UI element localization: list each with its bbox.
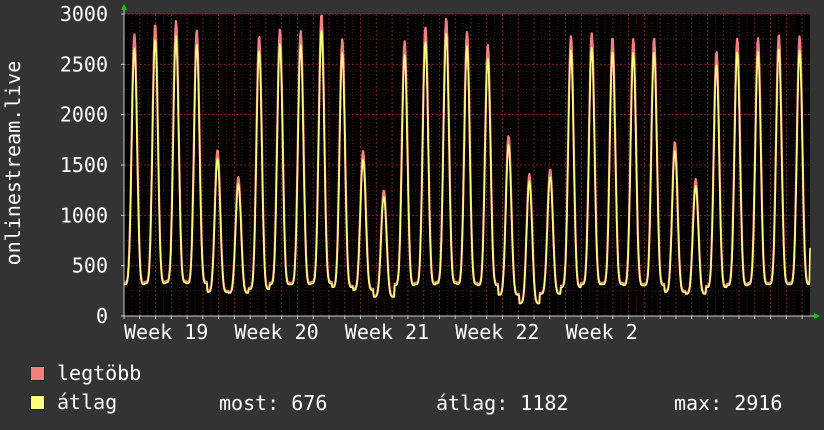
y-tick-label: 2500 <box>60 52 108 76</box>
legend-swatch-max <box>30 365 45 381</box>
stat-current: most: 676 <box>219 391 328 415</box>
y-tick-label: 2000 <box>60 103 108 127</box>
y-axis-label: onlinestream.live <box>1 61 25 266</box>
x-tick-label: Week 21 <box>345 320 429 344</box>
legend-label-max: legtöbb <box>57 361 142 385</box>
y-axis-arrow <box>121 4 127 10</box>
traffic-chart: 0 500 1000 1500 2000 2500 3000 Week 19 Week 20 We… <box>1 2 820 344</box>
y-tick-label: 0 <box>96 304 108 328</box>
x-tick-label: Week 20 <box>234 320 318 344</box>
legend-swatch-avg <box>30 394 45 410</box>
y-tick-label: 1000 <box>60 203 108 227</box>
x-tick-label: Week 22 <box>455 320 539 344</box>
x-tick-label: Week 2 <box>566 320 638 344</box>
legend-item-avg: átlag <box>30 390 118 414</box>
y-tick-label: 3000 <box>60 2 108 26</box>
stat-maximum: max: 2916 <box>674 391 783 415</box>
stat-average: átlag: 1182 <box>436 391 569 415</box>
x-tick-label: Week 19 <box>124 320 208 344</box>
y-tick-label: 1500 <box>60 153 108 177</box>
legend-item-max: legtöbb <box>30 361 142 385</box>
y-tick-label: 500 <box>72 254 108 278</box>
x-axis-arrow <box>814 313 820 319</box>
legend-label-avg: átlag <box>57 390 118 414</box>
